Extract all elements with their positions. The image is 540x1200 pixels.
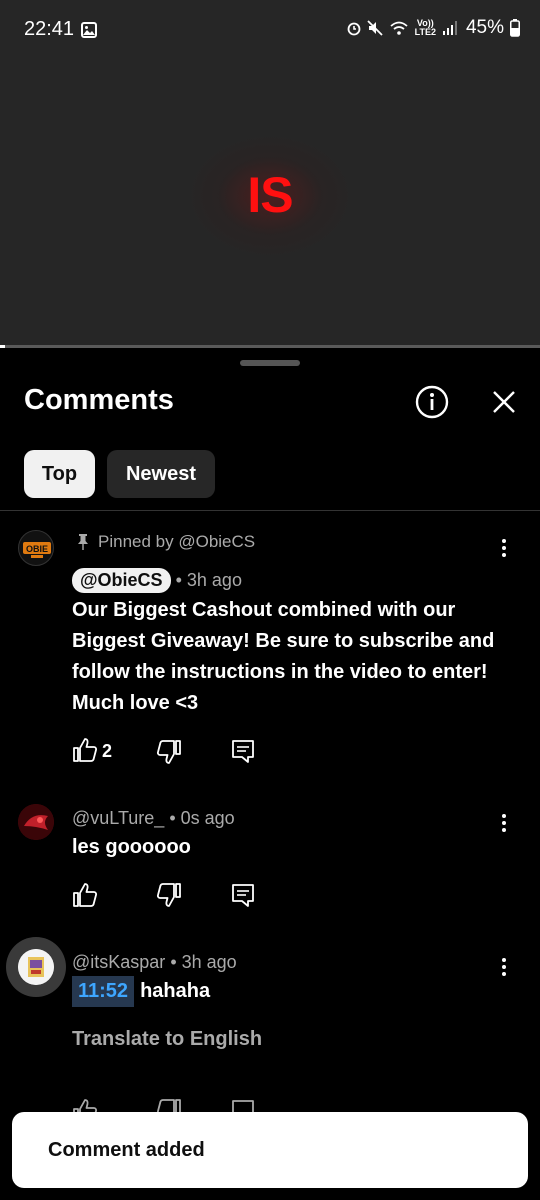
comment-time: • 0s ago	[169, 808, 235, 828]
status-icons: Vo)) LTE2 45%	[347, 17, 520, 39]
pin-icon	[78, 534, 88, 550]
more-options-icon[interactable]	[492, 536, 516, 560]
comment-author[interactable]: @itsKaspar	[72, 952, 165, 972]
more-options-icon[interactable]	[492, 811, 516, 835]
avatar[interactable]: OBIE	[18, 530, 54, 566]
lte-indicator: Vo)) LTE2	[415, 19, 436, 37]
dislike-icon[interactable]	[156, 739, 182, 765]
status-bar: 22:41 Vo)) LTE2 45%	[0, 0, 540, 46]
filter-newest-chip[interactable]: Newest	[107, 450, 215, 498]
comment-time: • 3h ago	[170, 952, 237, 972]
filter-top-chip[interactable]: Top	[24, 450, 95, 498]
more-options-icon[interactable]	[492, 955, 516, 979]
sheet-drag-handle[interactable]	[240, 360, 300, 366]
like-icon[interactable]	[72, 882, 98, 908]
video-progress-track[interactable]	[0, 345, 540, 348]
like-icon[interactable]	[72, 737, 98, 763]
dislike-icon[interactable]	[156, 882, 182, 908]
avatar[interactable]	[18, 949, 54, 985]
video-progress-fill	[0, 345, 5, 348]
comment-meta: @ObieCS • 3h ago	[72, 568, 242, 593]
status-time: 22:41	[24, 18, 75, 40]
comment-text: hahaha	[140, 980, 211, 1002]
signal-icon	[442, 21, 457, 35]
gallery-icon	[81, 22, 97, 38]
toast: Comment added	[12, 1112, 528, 1188]
battery-percent: 45%	[465, 17, 504, 38]
wifi-icon	[390, 21, 408, 35]
comment-author-chip[interactable]: @ObieCS	[72, 568, 171, 593]
alarm-icon	[347, 22, 361, 36]
comment-meta: @vuLTure_ • 0s ago	[72, 808, 235, 829]
info-icon[interactable]	[414, 384, 450, 420]
comment-text-row: 11:52 hahaha	[72, 976, 492, 1007]
pinned-label: Pinned by @ObieCS	[76, 532, 255, 552]
mute-icon	[366, 20, 383, 36]
reply-icon[interactable]	[230, 882, 256, 908]
timestamp-link[interactable]: 11:52	[72, 976, 135, 1007]
comment-author[interactable]: @vuLTure_	[72, 808, 164, 828]
svg-text:OBIE: OBIE	[26, 544, 48, 554]
video-player[interactable]: IS	[0, 46, 540, 346]
vulture-avatar-icon	[18, 804, 54, 840]
reply-icon[interactable]	[230, 738, 256, 764]
comment-text: les goooooo	[72, 836, 191, 858]
comments-title: Comments	[24, 384, 174, 416]
close-icon[interactable]	[487, 385, 521, 419]
like-count: 2	[102, 741, 113, 761]
battery-icon	[510, 19, 520, 37]
comment-text: Our Biggest Cashout combined with our Bi…	[72, 599, 495, 714]
comment-meta: @itsKaspar • 3h ago	[72, 952, 237, 973]
pinned-text: Pinned by @ObieCS	[98, 532, 256, 551]
lte-bottom: LTE2	[414, 27, 436, 37]
avatar[interactable]	[18, 804, 54, 840]
kaspar-avatar-icon	[18, 949, 54, 985]
video-overlay-text: IS	[247, 167, 293, 223]
obie-logo-icon: OBIE	[23, 542, 51, 558]
translate-link[interactable]: Translate to English	[72, 1028, 262, 1051]
comment-time: • 3h ago	[175, 570, 242, 590]
toast-message: Comment added	[48, 1139, 205, 1161]
divider	[0, 510, 540, 511]
